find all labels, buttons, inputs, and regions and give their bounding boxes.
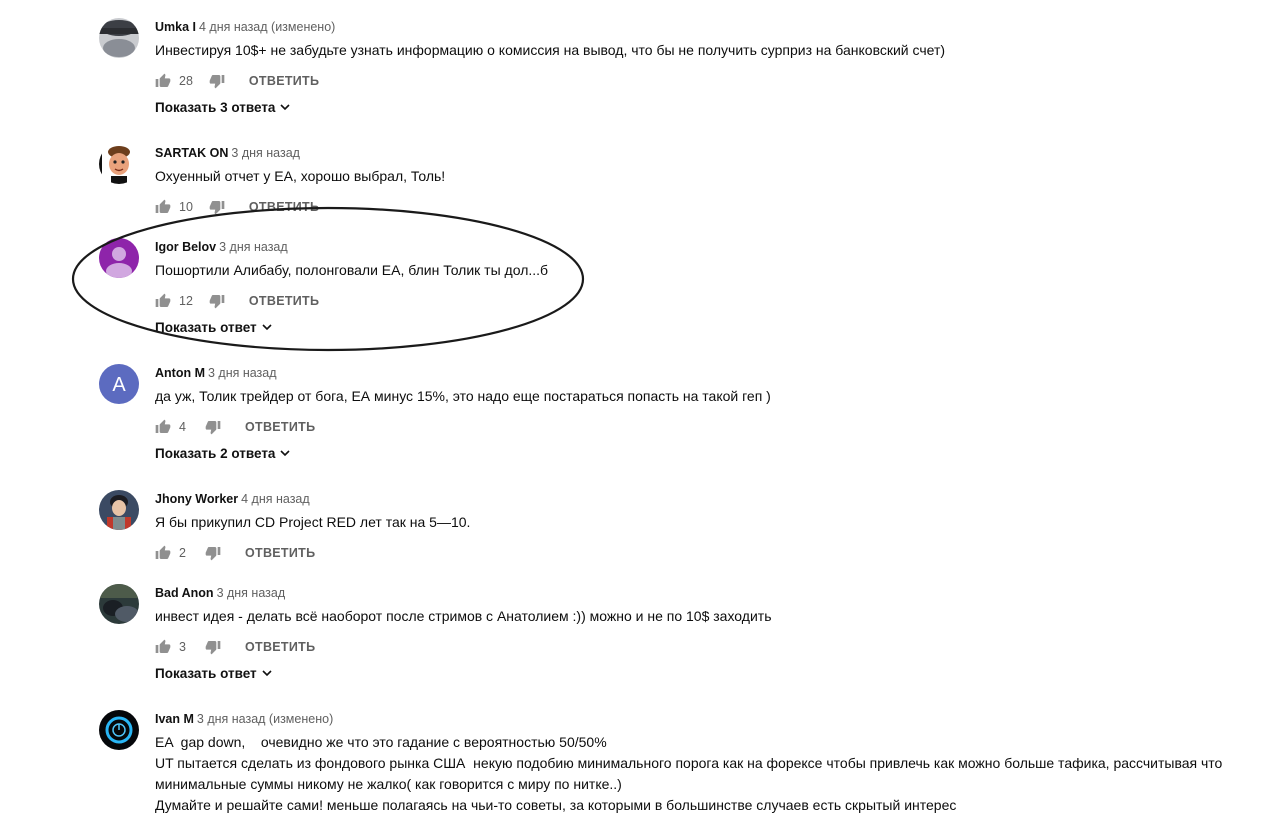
comment-text: EA gap down, очевидно же что это гадание… xyxy=(155,734,1223,813)
comment-timestamp[interactable]: 3 дня назад (изменено) xyxy=(197,712,333,726)
author-name[interactable]: Igor Belov xyxy=(155,240,216,254)
avatar[interactable] xyxy=(99,238,139,278)
thumbs-up-icon[interactable] xyxy=(155,293,171,309)
like-count: 4 xyxy=(179,420,186,434)
thumbs-down-icon[interactable] xyxy=(205,545,221,561)
show-replies-button[interactable]: Показать 3 ответа xyxy=(155,97,1260,117)
thumbs-up-icon[interactable] xyxy=(155,419,171,435)
comment-text: Пошортили Алибабу, полонговали ЕА, блин … xyxy=(155,262,549,278)
comment-timestamp[interactable]: 3 дня назад xyxy=(217,586,286,600)
thumbs-up-icon[interactable] xyxy=(155,73,171,89)
avatar[interactable] xyxy=(99,18,139,58)
avatar[interactable] xyxy=(99,584,139,624)
thumbs-down-icon[interactable] xyxy=(209,293,225,309)
thumbs-down-icon[interactable] xyxy=(209,73,225,89)
reply-button[interactable]: ОТВЕТИТЬ xyxy=(245,546,315,560)
show-replies-button[interactable]: Показать ответ xyxy=(155,317,1260,337)
author-name[interactable]: Ivan M xyxy=(155,712,194,726)
chevron-down-icon xyxy=(280,450,291,457)
author-name[interactable]: Umka I xyxy=(155,20,196,34)
like-count: 12 xyxy=(179,294,193,308)
reply-button[interactable]: ОТВЕТИТЬ xyxy=(245,640,315,654)
avatar[interactable] xyxy=(99,490,139,530)
comment-text: Инвестируя 10$+ не забудьте узнать инфор… xyxy=(155,42,946,58)
thumbs-down-icon[interactable] xyxy=(205,639,221,655)
thumbs-up-icon[interactable] xyxy=(155,545,171,561)
author-name[interactable]: Bad Anon xyxy=(155,586,214,600)
show-replies-button[interactable]: Показать ответ xyxy=(155,663,1260,683)
like-count: 3 xyxy=(179,640,186,654)
comment-timestamp[interactable]: 3 дня назад xyxy=(208,366,277,380)
comment-timestamp[interactable]: 3 дня назад xyxy=(231,146,300,160)
avatar[interactable]: A xyxy=(99,364,139,404)
comment-timestamp[interactable]: 4 дня назад (изменено) xyxy=(199,20,335,34)
author-name[interactable]: Jhony Worker xyxy=(155,492,238,506)
author-name[interactable]: SARTAK ON xyxy=(155,146,228,160)
avatar[interactable] xyxy=(99,710,139,750)
avatar[interactable] xyxy=(99,144,139,184)
comment-text: инвест идея - делать всё наоборот после … xyxy=(155,608,772,624)
reply-button[interactable]: ОТВЕТИТЬ xyxy=(249,200,319,214)
comment-timestamp[interactable]: 3 дня назад xyxy=(219,240,288,254)
thumbs-up-icon[interactable] xyxy=(155,199,171,215)
like-count: 28 xyxy=(179,74,193,88)
show-replies-button[interactable]: Показать 2 ответа xyxy=(155,443,1260,463)
comment-text: Я бы прикупил CD Project RED лет так на … xyxy=(155,514,471,530)
reply-button[interactable]: ОТВЕТИТЬ xyxy=(245,420,315,434)
thumbs-down-icon[interactable] xyxy=(205,419,221,435)
comment-text: Охуенный отчет у ЕА, хорошо выбрал, Толь… xyxy=(155,168,446,184)
like-count: 2 xyxy=(179,546,186,560)
chevron-down-icon xyxy=(262,324,272,331)
thumbs-up-icon[interactable] xyxy=(155,639,171,655)
chevron-down-icon xyxy=(280,104,291,111)
avatar-letter: A xyxy=(112,374,126,396)
thumbs-down-icon[interactable] xyxy=(209,199,225,215)
like-count: 10 xyxy=(179,200,193,214)
comment-text: да уж, Толик трейдер от бога, ЕА минус 1… xyxy=(155,388,771,404)
comment-timestamp[interactable]: 4 дня назад xyxy=(241,492,310,506)
chevron-down-icon xyxy=(262,670,272,677)
reply-button[interactable]: ОТВЕТИТЬ xyxy=(249,74,319,88)
author-name[interactable]: Anton M xyxy=(155,366,205,380)
reply-button[interactable]: ОТВЕТИТЬ xyxy=(249,294,319,308)
